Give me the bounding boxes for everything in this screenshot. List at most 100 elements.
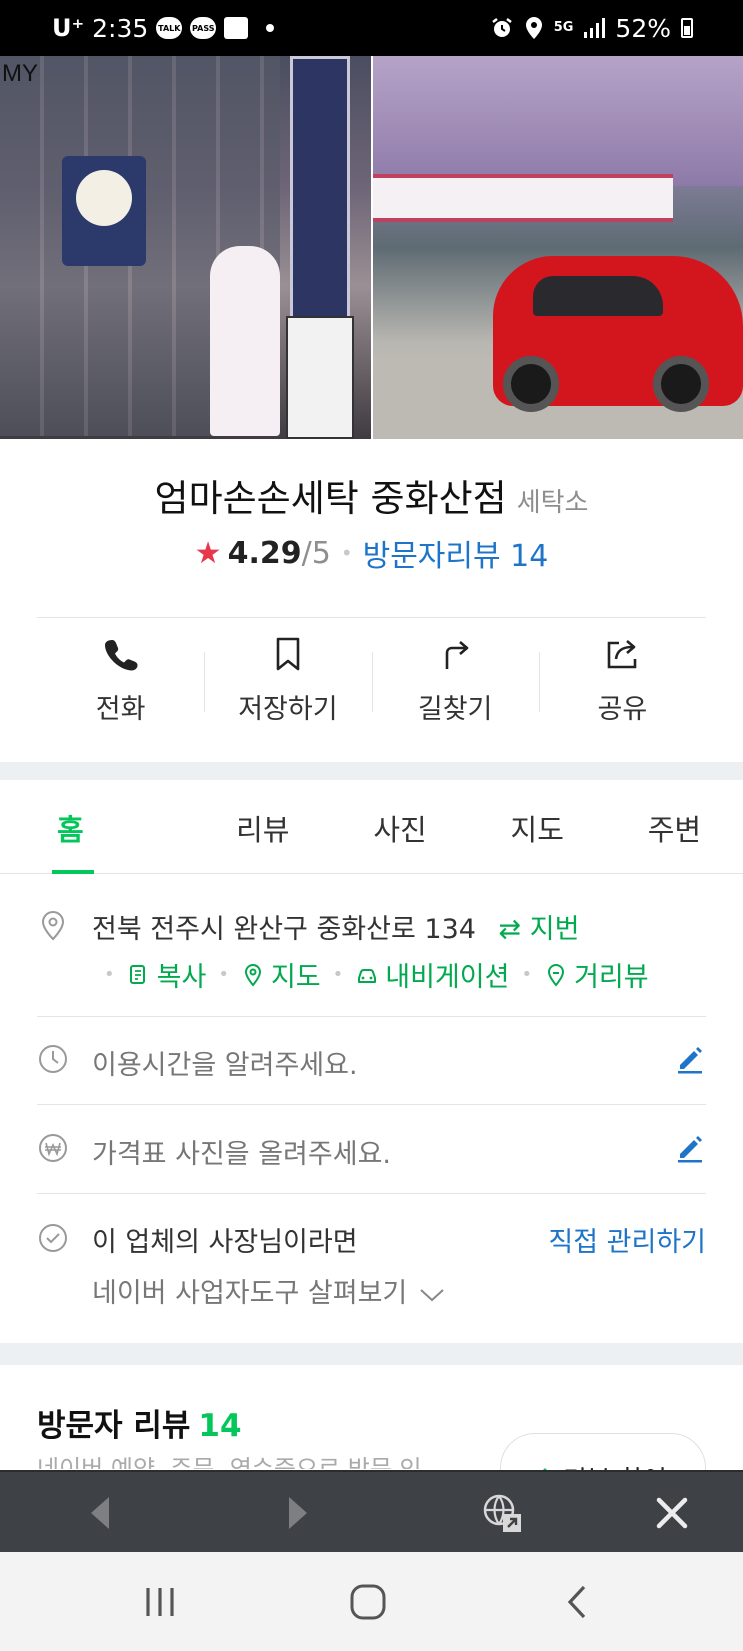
location-icon — [525, 17, 542, 39]
home-button[interactable] — [323, 1552, 413, 1651]
address-line: 전북 전주시 완산구 중화산로 134 ⇄ 지번 — [92, 907, 579, 946]
signal-icon — [584, 18, 606, 38]
close-icon — [656, 1497, 688, 1529]
separator-dot: • — [340, 541, 353, 565]
navigation-link[interactable]: 내비게이션 — [355, 955, 509, 994]
map-link[interactable]: 지도 — [241, 955, 321, 994]
photo-balloon — [210, 246, 280, 436]
alarm-icon — [491, 18, 512, 37]
notification-dot-icon — [266, 24, 275, 32]
share-button[interactable]: 공유 — [538, 620, 706, 740]
tab-review[interactable]: 리뷰 — [194, 782, 331, 873]
map-pin-icon — [41, 910, 65, 941]
tab-nearby[interactable]: 주변 — [606, 782, 743, 873]
clock: 2:35 — [92, 13, 149, 43]
visitor-review-subtitle: 네이버 예약, 주문, 영수증으로 방문 인 — [37, 1455, 422, 1469]
photo-sign — [290, 56, 350, 356]
edit-price-icon[interactable] — [674, 1132, 706, 1164]
directions-label: 길찾기 — [417, 693, 493, 725]
bookmark-icon — [276, 637, 300, 670]
place-header: 엄마손손세탁 중화산점 세탁소 — [0, 468, 743, 522]
address-text: 전북 전주시 완산구 중화산로 134 — [92, 914, 476, 945]
business-tools-label: 네이버 사업자도구 살펴보기 — [92, 1278, 408, 1309]
forward-button[interactable] — [258, 1472, 338, 1554]
pass-icon: PASS — [190, 17, 217, 39]
store-photo-2[interactable] — [373, 56, 743, 439]
price-row[interactable]: 가격표 사진을 올려주세요. — [37, 1130, 706, 1170]
address-section: 전북 전주시 완산구 중화산로 134 ⇄ 지번 • 복사 • 지도 • 내비게… — [37, 905, 706, 1005]
pin-icon — [244, 963, 261, 987]
manage-directly-link[interactable]: 직접 관리하기 — [548, 1220, 706, 1259]
triangle-left-icon — [91, 1497, 109, 1529]
photo-sign-small — [286, 316, 354, 439]
browser-open-button[interactable] — [462, 1472, 542, 1554]
rating-row: ★ 4.29 /5 • 방문자리뷰 14 — [0, 531, 743, 575]
place-name: 엄마손손세탁 중화산점 — [154, 477, 507, 520]
tab-home[interactable]: 홈 — [0, 782, 194, 874]
swap-icon: ⇄ — [498, 914, 522, 945]
back-button[interactable] — [60, 1472, 140, 1554]
recents-icon — [146, 1587, 174, 1616]
visitor-review-link[interactable]: 방문자리뷰 14 — [363, 531, 549, 575]
rating-max: /5 — [301, 535, 331, 571]
address-links: • 복사 • 지도 • 내비게이션 • 거리뷰 — [92, 955, 649, 994]
street-view-icon — [548, 963, 565, 987]
section-gap — [0, 762, 743, 780]
recent-apps-button[interactable] — [115, 1552, 205, 1651]
photo-shop-logo — [62, 156, 146, 266]
save-button[interactable]: 저장하기 — [204, 620, 371, 740]
5g-icon: 5G — [553, 20, 574, 35]
battery-percent: 52% — [615, 13, 671, 43]
photo-strip[interactable]: MY — [0, 56, 743, 439]
tab-photo[interactable]: 사진 — [331, 782, 468, 873]
copy-label: 복사 — [156, 962, 207, 993]
system-back-button[interactable] — [532, 1552, 622, 1651]
back-chevron-icon — [567, 1585, 586, 1618]
business-tools-toggle[interactable]: 네이버 사업자도구 살펴보기 — [92, 1271, 445, 1310]
close-browser-button[interactable] — [632, 1472, 712, 1554]
street-view-link[interactable]: 거리뷰 — [544, 955, 649, 994]
directions-icon — [445, 640, 469, 669]
photo-red-car — [493, 256, 743, 412]
directions-button[interactable]: 길찾기 — [371, 620, 539, 740]
home-icon — [350, 1584, 386, 1619]
divider — [37, 1193, 706, 1194]
store-photo-1[interactable]: MY — [0, 56, 371, 439]
gallery-icon — [224, 17, 249, 39]
tab-bar: 홈 리뷰 사진 지도 주변 — [0, 782, 743, 874]
map-label: 지도 — [270, 962, 321, 993]
divider — [37, 1104, 706, 1105]
tab-map[interactable]: 지도 — [469, 782, 606, 873]
street-view-label: 거리뷰 — [574, 962, 649, 993]
rating-value: 4.29 — [227, 535, 302, 571]
chevron-down-icon — [420, 1288, 444, 1301]
action-bar: 전화 저장하기 길찾기 공유 — [37, 620, 706, 740]
browser-toolbar — [0, 1470, 743, 1552]
photo-storefront-sign — [373, 56, 743, 186]
separator-dot: • — [218, 964, 229, 985]
car-icon — [358, 968, 377, 983]
save-label: 저장하기 — [238, 693, 338, 725]
status-bar: U⁺ 2:35 TALK PASS 5G 52% — [0, 0, 743, 56]
carrier-label: U⁺ — [52, 14, 85, 42]
owner-row: 이 업체의 사장님이라면 직접 관리하기 네이버 사업자도구 살펴보기 — [37, 1218, 706, 1318]
check-circle-icon — [39, 1224, 67, 1252]
separator-dot: • — [104, 964, 115, 985]
copy-address-link[interactable]: 복사 — [127, 955, 207, 994]
lot-number-label: 지번 — [529, 914, 580, 945]
call-label: 전화 — [95, 693, 146, 725]
share-label: 공유 — [597, 693, 648, 725]
edit-hours-icon[interactable] — [674, 1043, 706, 1075]
visitor-review-count: 14 — [198, 1408, 242, 1444]
owner-prompt: 이 업체의 사장님이라면 — [92, 1227, 358, 1258]
hours-row[interactable]: 이용시간을 알려주세요. — [37, 1041, 706, 1081]
navigation-label: 내비게이션 — [385, 962, 510, 993]
lot-number-toggle[interactable]: ⇄ 지번 — [499, 914, 580, 945]
price-prompt: 가격표 사진을 올려주세요. — [92, 1139, 391, 1170]
divider — [37, 1016, 706, 1017]
place-category: 세탁소 — [516, 488, 589, 518]
system-nav-bar — [0, 1552, 743, 1651]
call-button[interactable]: 전화 — [37, 620, 204, 740]
star-icon: ★ — [194, 535, 222, 571]
photo-banner — [373, 174, 673, 222]
